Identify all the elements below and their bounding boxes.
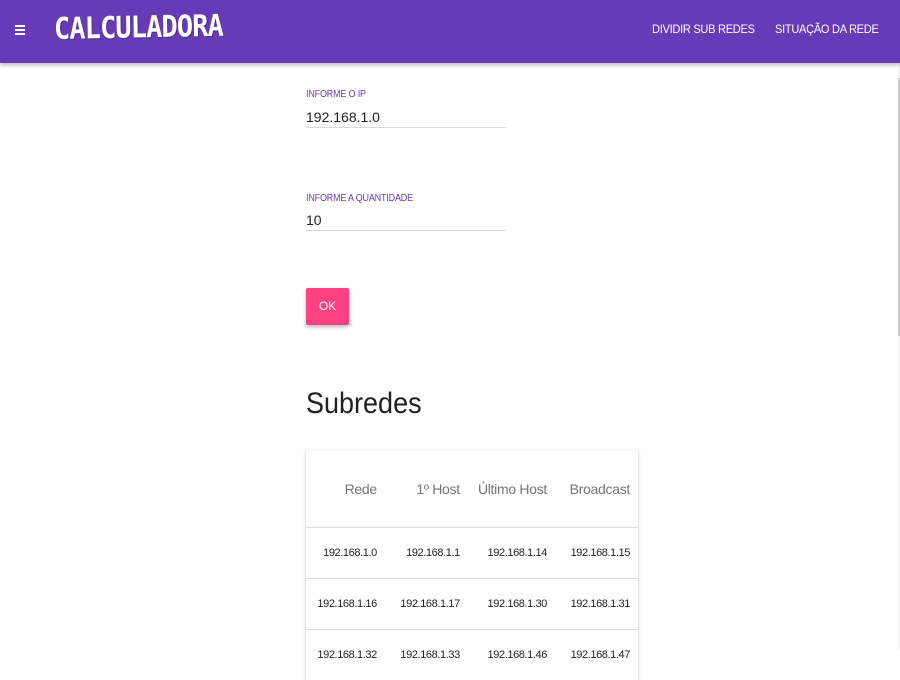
quantity-input[interactable] (306, 210, 506, 231)
column-header-rede: Rede (306, 450, 385, 528)
cell-rede: 192.168.1.32 (306, 630, 385, 680)
quantity-field-label: INFORME A QUANTIDADE (306, 193, 413, 204)
cell-first-host: 192.168.1.17 (385, 579, 468, 630)
subnets-table: Rede 1º Host Último Host Broadcast 192.1… (306, 450, 638, 680)
hamburger-menu-icon[interactable] (15, 25, 25, 35)
cell-last-host: 192.168.1.30 (468, 579, 555, 630)
table-row: 192.168.1.0 192.168.1.1 192.168.1.14 192… (306, 528, 638, 579)
cell-rede: 192.168.1.16 (306, 579, 385, 630)
table-row: 192.168.1.32 192.168.1.33 192.168.1.46 1… (306, 630, 638, 680)
ok-button[interactable]: OK (306, 288, 349, 325)
cell-first-host: 192.168.1.1 (385, 528, 468, 579)
column-header-broadcast: Broadcast (555, 450, 638, 528)
table-row: 192.168.1.16 192.168.1.17 192.168.1.30 1… (306, 579, 638, 630)
app-title: CALCULADORA (54, 9, 223, 47)
column-header-last-host: Último Host (468, 450, 555, 528)
table-header-row: Rede 1º Host Último Host Broadcast (306, 450, 638, 528)
nav-link-dividir-sub-redes[interactable]: DIVIDIR SUB REDES (652, 22, 755, 36)
cell-rede: 192.168.1.0 (306, 528, 385, 579)
cell-broadcast: 192.168.1.47 (555, 630, 638, 680)
column-header-first-host: 1º Host (385, 450, 468, 528)
cell-last-host: 192.168.1.14 (468, 528, 555, 579)
cell-last-host: 192.168.1.46 (468, 630, 555, 680)
cell-broadcast: 192.168.1.31 (555, 579, 638, 630)
nav-link-situacao-da-rede[interactable]: SITUAÇÃO DA REDE (775, 22, 879, 36)
ip-input[interactable] (306, 107, 506, 128)
cell-broadcast: 192.168.1.15 (555, 528, 638, 579)
app-bar: CALCULADORA DIVIDIR SUB REDES SITUAÇÃO D… (0, 0, 900, 63)
subnets-title: Subredes (306, 387, 422, 421)
cell-first-host: 192.168.1.33 (385, 630, 468, 680)
subnets-table-card: Rede 1º Host Último Host Broadcast 192.1… (306, 450, 638, 680)
ip-field-label: INFORME O IP (306, 89, 366, 100)
